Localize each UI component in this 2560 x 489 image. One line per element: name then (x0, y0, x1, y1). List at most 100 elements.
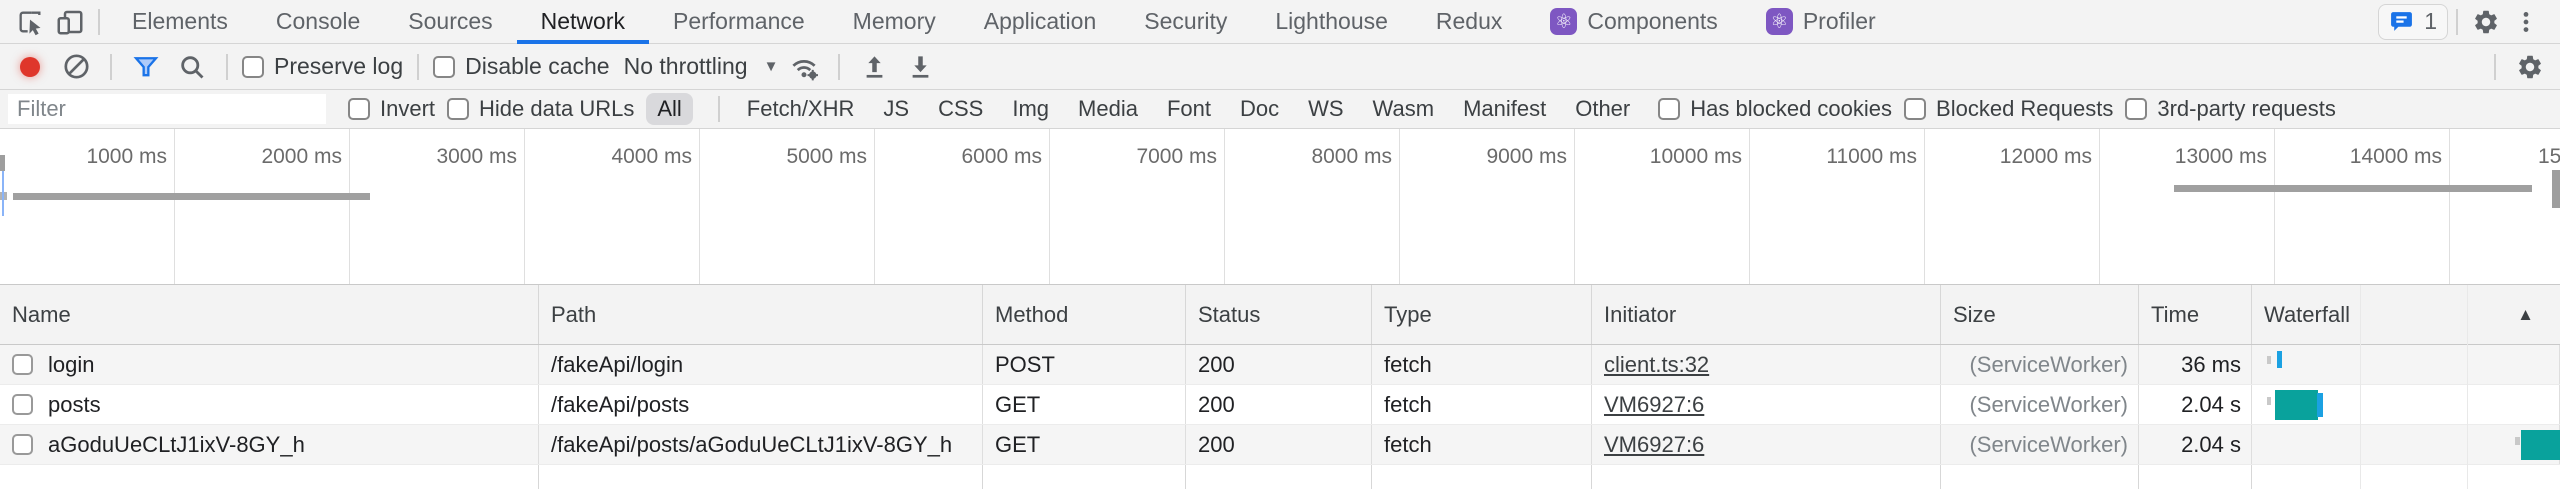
disable-cache-label: Disable cache (465, 53, 609, 80)
table-row-post-detail[interactable]: aGoduUeCLtJ1ixV-8GY_h /fakeApi/posts/aGo… (0, 425, 2560, 465)
column-header-path[interactable]: Path (539, 285, 983, 344)
ruler-gridline (349, 129, 350, 284)
column-header-waterfall[interactable]: Waterfall ▲ (2252, 285, 2560, 344)
filter-pill-manifest[interactable]: Manifest (1461, 93, 1548, 125)
settings-button[interactable] (2466, 4, 2506, 40)
column-header-status[interactable]: Status (1186, 285, 1372, 344)
disable-cache-checkbox[interactable] (433, 56, 455, 78)
tab-console[interactable]: Console (252, 0, 384, 44)
has-blocked-cookies-toggle[interactable]: Has blocked cookies (1658, 96, 1892, 122)
filter-pill-all[interactable]: All (646, 93, 692, 125)
inspect-element-button[interactable] (10, 4, 50, 40)
sort-ascending-icon: ▲ (2517, 305, 2534, 325)
issues-bubble-icon (2389, 9, 2414, 34)
initiator-link[interactable]: client.ts:32 (1604, 352, 1709, 378)
initiator-link[interactable]: VM6927:6 (1604, 432, 1704, 458)
tab-label: Memory (853, 8, 936, 35)
filter-pill-ws[interactable]: WS (1306, 93, 1345, 125)
ruler-tick-label: 12000 ms (1940, 145, 2092, 169)
hide-data-urls-toggle[interactable]: Hide data URLs (447, 96, 634, 122)
ruler-tick-label: 3000 ms (365, 145, 517, 169)
preserve-log-toggle[interactable]: Preserve log (242, 53, 403, 80)
row-checkbox[interactable] (12, 354, 33, 375)
has-blocked-cookies-checkbox[interactable] (1658, 98, 1680, 120)
filter-pill-other[interactable]: Other (1573, 93, 1632, 125)
invert-toggle[interactable]: Invert (348, 96, 435, 122)
column-header-method[interactable]: Method (983, 285, 1186, 344)
table-row-posts[interactable]: posts /fakeApi/posts GET 200 fetch VM692… (0, 385, 2560, 425)
hide-data-urls-checkbox[interactable] (447, 98, 469, 120)
column-header-type[interactable]: Type (1372, 285, 1592, 344)
react-icon: ⚛ (1550, 8, 1577, 35)
tab-profiler[interactable]: ⚛ Profiler (1742, 0, 1900, 44)
export-har-button[interactable] (900, 49, 940, 85)
size-cell: (ServiceWorker) (1941, 425, 2139, 464)
tab-components[interactable]: ⚛ Components (1526, 0, 1741, 44)
row-checkbox[interactable] (12, 434, 33, 455)
tab-label: Application (984, 8, 1097, 35)
initiator-link[interactable]: VM6927:6 (1604, 392, 1704, 418)
row-checkbox[interactable] (12, 394, 33, 415)
tab-network[interactable]: Network (517, 0, 649, 44)
third-party-requests-toggle[interactable]: 3rd-party requests (2125, 96, 2336, 122)
column-header-name[interactable]: Name (0, 285, 539, 344)
clear-network-log-button[interactable] (56, 49, 96, 85)
type-cell: fetch (1372, 345, 1592, 384)
column-header-size[interactable]: Size (1941, 285, 2139, 344)
throttling-dropdown[interactable]: No throttling ▼ (624, 53, 779, 80)
tab-redux[interactable]: Redux (1412, 0, 1526, 44)
filter-toggle-button[interactable] (126, 49, 166, 85)
divider (226, 54, 228, 80)
network-overview[interactable]: 1000 ms2000 ms3000 ms4000 ms5000 ms6000 … (0, 129, 2560, 285)
waterfall-gridline (2360, 285, 2361, 489)
gear-icon (2472, 8, 2500, 36)
tab-performance[interactable]: Performance (649, 0, 829, 44)
tab-memory[interactable]: Memory (829, 0, 960, 44)
preserve-log-label: Preserve log (274, 53, 403, 80)
initiator-cell: VM6927:6 (1592, 425, 1941, 464)
ruler-tick-label: 2000 ms (190, 145, 342, 169)
filter-pill-fetch-xhr[interactable]: Fetch/XHR (745, 93, 857, 125)
invert-checkbox[interactable] (348, 98, 370, 120)
column-header-initiator[interactable]: Initiator (1592, 285, 1941, 344)
filter-pill-doc[interactable]: Doc (1238, 93, 1281, 125)
more-options-button[interactable] (2506, 4, 2546, 40)
react-icon: ⚛ (1766, 8, 1793, 35)
filter-pill-js[interactable]: JS (881, 93, 911, 125)
blocked-requests-checkbox[interactable] (1904, 98, 1926, 120)
issues-counter[interactable]: 1 (2378, 4, 2448, 40)
filter-pill-img[interactable]: Img (1010, 93, 1051, 125)
table-row-login[interactable]: login /fakeApi/login POST 200 fetch clie… (0, 345, 2560, 385)
tab-lighthouse[interactable]: Lighthouse (1251, 0, 1412, 44)
import-har-button[interactable] (854, 49, 894, 85)
filter-pill-css[interactable]: CSS (936, 93, 985, 125)
ruler-gridline (2274, 129, 2275, 284)
tab-application[interactable]: Application (960, 0, 1121, 44)
path-cell: /fakeApi/posts (539, 385, 983, 424)
network-conditions-button[interactable] (784, 49, 824, 85)
tab-elements[interactable]: Elements (108, 0, 252, 44)
filter-pill-font[interactable]: Font (1165, 93, 1213, 125)
filter-input[interactable] (8, 94, 326, 124)
device-toolbar-button[interactable] (50, 4, 90, 40)
ruler-tick-label: 14000 ms (2290, 145, 2442, 169)
search-button[interactable] (172, 49, 212, 85)
network-settings-button[interactable] (2510, 49, 2550, 85)
clear-icon (63, 53, 90, 80)
ruler-tick-label: 10000 ms (1590, 145, 1742, 169)
tab-security[interactable]: Security (1120, 0, 1251, 44)
filter-pill-wasm[interactable]: Wasm (1371, 93, 1437, 125)
waterfall-cell (2252, 425, 2560, 464)
ruler-gridline (1399, 129, 1400, 284)
record-network-log-button[interactable] (10, 49, 50, 85)
overview-request-bar (13, 193, 370, 200)
blocked-requests-toggle[interactable]: Blocked Requests (1904, 96, 2113, 122)
divider (718, 96, 720, 122)
filter-pill-media[interactable]: Media (1076, 93, 1140, 125)
disable-cache-toggle[interactable]: Disable cache (433, 53, 609, 80)
column-header-time[interactable]: Time (2139, 285, 2252, 344)
tab-sources[interactable]: Sources (384, 0, 516, 44)
waterfall-gridline (2467, 285, 2468, 489)
preserve-log-checkbox[interactable] (242, 56, 264, 78)
third-party-requests-checkbox[interactable] (2125, 98, 2147, 120)
